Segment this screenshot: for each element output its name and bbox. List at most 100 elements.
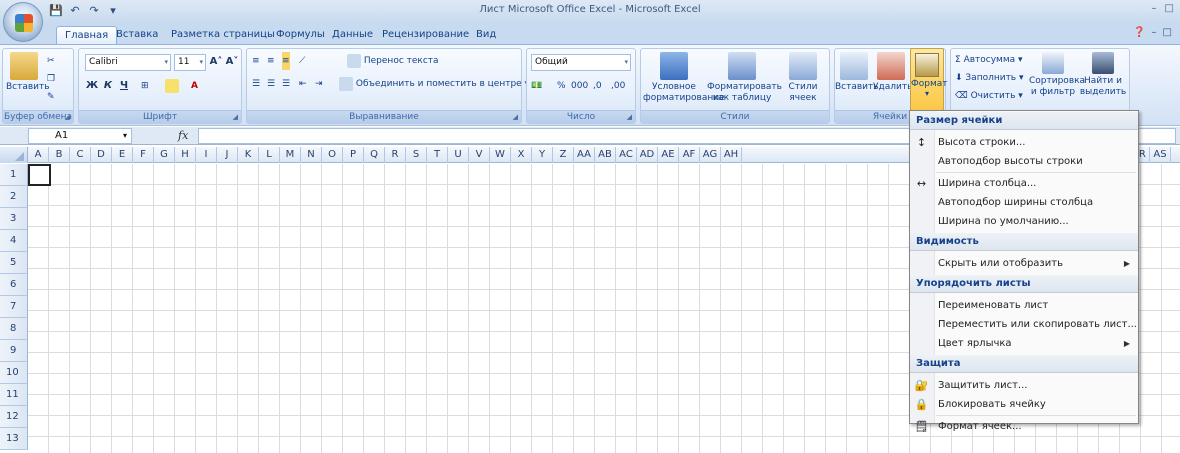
format-as-table-button[interactable]: Форматировать как таблицу bbox=[707, 52, 782, 104]
menu-item[interactable]: Скрыть или отобразить ▶ bbox=[910, 254, 1138, 273]
column-header[interactable]: M bbox=[280, 147, 301, 163]
shrink-font-icon[interactable]: A˅ bbox=[225, 53, 239, 71]
column-header[interactable]: L bbox=[259, 147, 280, 163]
column-header[interactable]: P bbox=[343, 147, 364, 163]
row-header[interactable]: 13 bbox=[0, 428, 28, 450]
column-header[interactable]: I bbox=[196, 147, 217, 163]
row-header[interactable]: 7 bbox=[0, 296, 28, 318]
align-middle-icon[interactable]: ≡ bbox=[267, 52, 275, 70]
office-button[interactable] bbox=[3, 2, 43, 42]
tab-page-layout[interactable]: Разметка страницы bbox=[163, 26, 283, 44]
column-header[interactable]: J bbox=[217, 147, 238, 163]
column-header[interactable]: AS bbox=[1150, 147, 1171, 163]
increase-indent-icon[interactable]: ⇥ bbox=[315, 75, 323, 93]
italic-button[interactable]: К bbox=[101, 77, 115, 95]
font-size-combo[interactable]: 11 ▾ bbox=[174, 54, 206, 71]
column-header[interactable]: G bbox=[154, 147, 175, 163]
menu-item[interactable]: Автоподбор ширины столбца bbox=[910, 193, 1138, 212]
clear-button[interactable]: ⌫ Очистить ▾ bbox=[955, 87, 1023, 105]
underline-button[interactable]: Ч bbox=[117, 77, 131, 95]
column-header[interactable]: V bbox=[469, 147, 490, 163]
grow-font-icon[interactable]: A˄ bbox=[209, 53, 223, 71]
active-cell[interactable] bbox=[28, 164, 51, 186]
column-header[interactable]: AC bbox=[616, 147, 637, 163]
font-color-icon[interactable]: A bbox=[191, 77, 198, 95]
ribbon-restore-icon[interactable]: □ bbox=[1163, 27, 1172, 38]
column-header[interactable]: T bbox=[427, 147, 448, 163]
column-header[interactable]: AB bbox=[595, 147, 616, 163]
format-cells-dropdown-button[interactable]: Формат ▾ bbox=[910, 48, 948, 111]
percent-button[interactable]: % bbox=[557, 77, 566, 95]
column-header[interactable]: Z bbox=[553, 147, 574, 163]
row-header[interactable]: 6 bbox=[0, 274, 28, 296]
column-header[interactable]: AE bbox=[658, 147, 679, 163]
conditional-formatting-button[interactable]: Условное форматирование bbox=[643, 52, 725, 104]
column-header[interactable]: X bbox=[511, 147, 532, 163]
row-header[interactable]: 9 bbox=[0, 340, 28, 362]
fill-button[interactable]: ⬇ Заполнить ▾ bbox=[955, 69, 1024, 87]
align-center-icon[interactable]: ☰ bbox=[267, 75, 275, 93]
insert-cells-button[interactable]: Вставить bbox=[835, 52, 879, 93]
alignment-launcher-icon[interactable]: ◢ bbox=[513, 113, 518, 121]
menu-item[interactable]: Переименовать лист bbox=[910, 296, 1138, 315]
tab-data[interactable]: Данные bbox=[324, 26, 381, 44]
find-select-button[interactable]: Найти и выделить bbox=[1079, 52, 1127, 98]
column-header[interactable]: AA bbox=[574, 147, 595, 163]
sort-filter-button[interactable]: Сортировка и фильтр bbox=[1029, 52, 1085, 98]
menu-item[interactable]: Цвет ярлычка ▶ bbox=[910, 334, 1138, 353]
column-header[interactable]: S bbox=[406, 147, 427, 163]
font-name-combo[interactable]: Calibri ▾ bbox=[85, 54, 171, 71]
row-header[interactable]: 10 bbox=[0, 362, 28, 384]
menu-item[interactable]: Автоподбор высоты строки bbox=[910, 152, 1138, 171]
column-header[interactable]: D bbox=[91, 147, 112, 163]
tab-view[interactable]: Вид bbox=[468, 26, 504, 44]
column-header[interactable]: O bbox=[322, 147, 343, 163]
column-header[interactable]: W bbox=[490, 147, 511, 163]
bold-button[interactable]: Ж bbox=[85, 77, 99, 95]
menu-item[interactable]: ↔ Ширина столбца... bbox=[910, 174, 1138, 193]
tab-review[interactable]: Рецензирование bbox=[374, 26, 477, 44]
restore-icon[interactable]: □ bbox=[1165, 3, 1174, 14]
number-format-combo[interactable]: Общий ▾ bbox=[531, 54, 631, 71]
orientation-icon[interactable]: ⟋ bbox=[299, 52, 305, 70]
menu-item[interactable]: ↕ Высота строки... bbox=[910, 133, 1138, 152]
menu-item[interactable]: 🔐 Защитить лист... bbox=[910, 376, 1138, 395]
font-launcher-icon[interactable]: ◢ bbox=[233, 113, 238, 121]
fill-color-icon[interactable] bbox=[165, 77, 179, 95]
select-all-button[interactable] bbox=[0, 147, 28, 163]
column-header[interactable]: B bbox=[49, 147, 70, 163]
column-header[interactable]: AF bbox=[679, 147, 700, 163]
column-header[interactable]: Y bbox=[532, 147, 553, 163]
paste-button[interactable]: Вставить bbox=[6, 52, 50, 93]
menu-item[interactable]: 🔒 Блокировать ячейку bbox=[910, 395, 1138, 414]
column-header[interactable]: F bbox=[133, 147, 154, 163]
format-painter-icon[interactable]: ✎ bbox=[47, 88, 55, 106]
help-icon[interactable]: ❓ bbox=[1133, 27, 1145, 38]
decrease-decimal-button[interactable]: ,00 bbox=[611, 77, 625, 95]
column-header[interactable]: U bbox=[448, 147, 469, 163]
row-header[interactable]: 5 bbox=[0, 252, 28, 274]
column-header[interactable]: E bbox=[112, 147, 133, 163]
copy-icon[interactable]: ❐ bbox=[47, 70, 55, 88]
merge-center-button[interactable]: Объединить и поместить в центре ▾ bbox=[339, 75, 529, 93]
name-box[interactable]: A1 ▾ bbox=[28, 128, 132, 144]
column-header[interactable]: A bbox=[28, 147, 49, 163]
decrease-indent-icon[interactable]: ⇤ bbox=[299, 75, 307, 93]
column-header[interactable]: C bbox=[70, 147, 91, 163]
number-launcher-icon[interactable]: ◢ bbox=[627, 113, 632, 121]
cut-icon[interactable]: ✂ bbox=[47, 52, 55, 70]
row-header[interactable]: 3 bbox=[0, 208, 28, 230]
increase-decimal-button[interactable]: ,0 bbox=[593, 77, 602, 95]
align-left-icon[interactable]: ☰ bbox=[252, 75, 260, 93]
align-top-icon[interactable]: ≡ bbox=[252, 52, 260, 70]
delete-cells-button[interactable]: Удалить bbox=[873, 52, 912, 93]
column-header[interactable]: H bbox=[175, 147, 196, 163]
clipboard-launcher-icon[interactable]: ◢ bbox=[65, 113, 70, 121]
row-header[interactable]: 2 bbox=[0, 186, 28, 208]
autosum-button[interactable]: Σ Автосумма ▾ bbox=[955, 51, 1023, 69]
cell-styles-button[interactable]: Стили ячеек bbox=[779, 52, 827, 104]
thousands-button[interactable]: 000 bbox=[571, 77, 588, 95]
column-header[interactable]: AH bbox=[721, 147, 742, 163]
align-right-icon[interactable]: ☰ bbox=[282, 75, 290, 93]
ribbon-minimize-icon[interactable]: – bbox=[1152, 27, 1157, 38]
